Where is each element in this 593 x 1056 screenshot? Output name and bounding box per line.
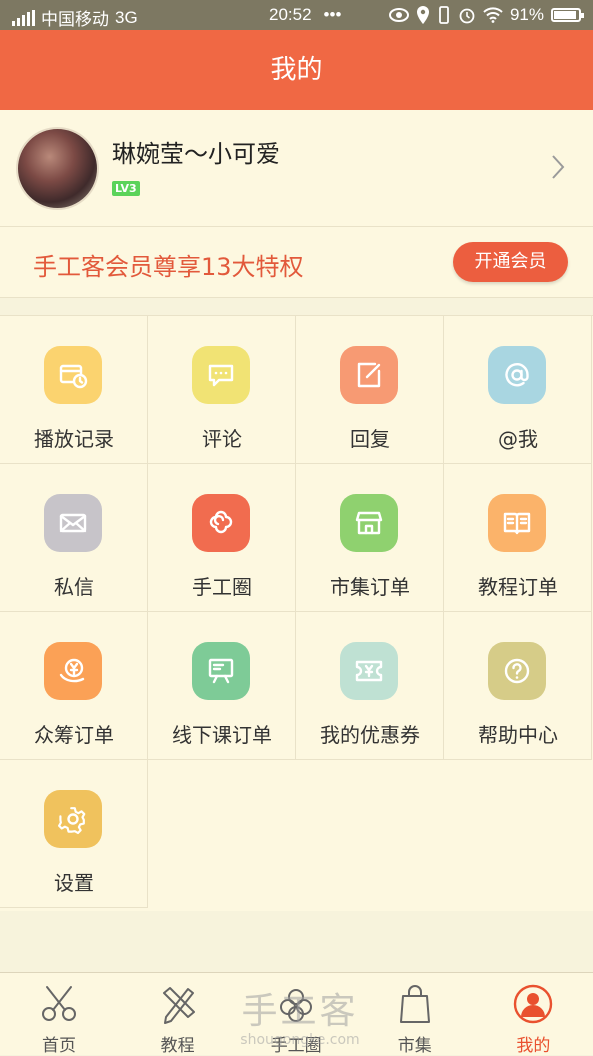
location-icon (416, 6, 429, 24)
classroom-icon (192, 642, 250, 700)
menu-item[interactable]: 帮助中心 (444, 612, 592, 760)
avatar[interactable] (16, 127, 99, 210)
shop-icon (340, 494, 398, 552)
menu-item[interactable]: 教程订单 (444, 464, 592, 612)
chevron-right-icon[interactable] (551, 154, 565, 180)
menu-item[interactable]: 播放记录 (0, 316, 148, 464)
menu-item-label: 众筹订单 (34, 723, 114, 747)
eye-icon (388, 8, 409, 22)
clock: 20:52 (269, 5, 312, 24)
status-bar: 中国移动 3G 20:52 ••• 91% (0, 0, 593, 30)
page-title: 我的 (0, 30, 593, 110)
menu-item-label: 教程订单 (478, 575, 558, 599)
menu-item-label: @我 (498, 427, 538, 451)
menu-item[interactable]: 回复 (296, 316, 444, 464)
settings-icon (44, 790, 102, 848)
vibrate-icon (439, 6, 449, 24)
wifi-icon (483, 7, 503, 23)
flower-icon (192, 494, 250, 552)
network-type: 3G (115, 7, 138, 27)
tab-label: 我的 (516, 1036, 551, 1056)
menu-item-label: 我的优惠券 (320, 723, 420, 747)
coupon-icon (340, 642, 398, 700)
menu-item[interactable]: 众筹订单 (0, 612, 148, 760)
alarm-icon (459, 8, 475, 24)
menu-item[interactable]: 线下课订单 (148, 612, 296, 760)
carrier-name: 中国移动 (41, 10, 109, 29)
battery-icon (551, 8, 584, 22)
help-icon (488, 642, 546, 700)
menu-item-label: 线下课订单 (172, 723, 272, 747)
menu-item-label: 播放记录 (34, 427, 114, 451)
menu-item-label: 评论 (202, 427, 242, 451)
tab-label: 市集 (397, 1036, 432, 1056)
menu-item[interactable]: 评论 (148, 316, 296, 464)
menu-item[interactable]: 我的优惠券 (296, 612, 444, 760)
menu-item-label: 设置 (54, 871, 94, 895)
tab-1[interactable]: 教程 (119, 973, 237, 1056)
comment-icon (192, 346, 250, 404)
play-history-icon (44, 346, 102, 404)
signal-icon (12, 9, 35, 26)
tab-label: 手工圈 (270, 1036, 322, 1056)
level-badge: LV3 (112, 181, 140, 196)
tab-0[interactable]: 首页 (0, 973, 118, 1056)
tab-3[interactable]: 市集 (356, 973, 474, 1056)
username: 琳婉莹～小可爱 (112, 140, 280, 168)
membership-banner: 手工客会员尊享13大特权 开通会员 (0, 227, 593, 298)
mail-icon (44, 494, 102, 552)
tab-bar: 首页 教程 手工圈 市集 我的 (0, 972, 593, 1056)
book-icon (488, 494, 546, 552)
menu-item[interactable]: 市集订单 (296, 464, 444, 612)
tab-4[interactable]: 我的 (474, 973, 592, 1056)
tab-label: 教程 (160, 1036, 195, 1056)
membership-text: 手工客会员尊享13大特权 (33, 253, 304, 281)
battery-percent: 91% (509, 5, 544, 24)
menu-item-label: 市集订单 (330, 575, 410, 599)
tab-2[interactable]: 手工圈 (237, 973, 355, 1056)
open-membership-button[interactable]: 开通会员 (453, 242, 568, 282)
more-notifications-icon: ••• (323, 5, 342, 24)
menu-item-label: 回复 (350, 427, 390, 451)
menu-grid: 播放记录 评论 回复 @我私信 手工圈 市集订单 教程订单众筹订单 线下课订单 我的优惠券 帮助中… (0, 315, 593, 911)
profile-card[interactable]: 琳婉莹～小可爱 LV3 (0, 110, 593, 227)
at-icon (488, 346, 546, 404)
menu-item-label: 手工圈 (192, 575, 252, 599)
crowdfund-icon (44, 642, 102, 700)
menu-item[interactable]: 私信 (0, 464, 148, 612)
reply-edit-icon (340, 346, 398, 404)
menu-item-label: 私信 (54, 575, 94, 599)
menu-item[interactable]: @我 (444, 316, 592, 464)
menu-item[interactable]: 手工圈 (148, 464, 296, 612)
menu-item[interactable]: 设置 (0, 760, 148, 908)
tab-label: 首页 (42, 1036, 76, 1056)
menu-item-label: 帮助中心 (478, 723, 558, 747)
